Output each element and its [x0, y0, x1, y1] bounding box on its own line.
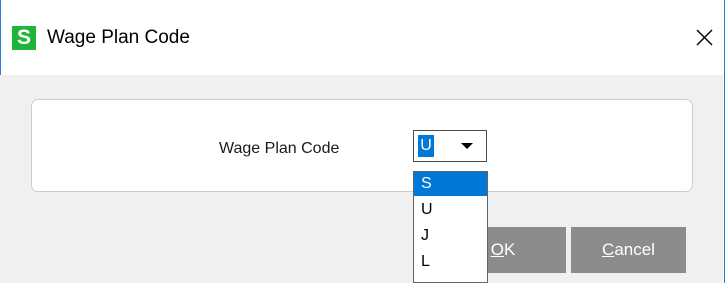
wage-plan-code-label: Wage Plan Code — [219, 140, 340, 157]
dropdown-option-s[interactable]: S — [414, 172, 487, 196]
wage-plan-code-select[interactable]: U — [413, 130, 487, 162]
dropdown-option-u[interactable]: U — [414, 198, 487, 222]
ok-label-rest: K — [503, 240, 516, 259]
ok-accel-char: O — [490, 240, 504, 259]
dropdown-list[interactable]: S U J L — [413, 171, 488, 283]
cancel-label-rest: ancel — [614, 240, 655, 259]
dropdown-option-l[interactable]: L — [414, 250, 487, 274]
cancel-button[interactable]: Cancel — [571, 227, 686, 273]
close-button[interactable] — [684, 17, 724, 57]
window-title: Wage Plan Code — [47, 27, 190, 48]
title-bar[interactable]: S Wage Plan Code — [1, 0, 724, 75]
cancel-accel-char: C — [602, 240, 615, 259]
selected-value: U — [418, 135, 434, 157]
dropdown-option-j[interactable]: J — [414, 224, 487, 248]
dropdown-arrow-icon[interactable] — [461, 143, 473, 149]
close-icon — [696, 29, 713, 46]
form-panel — [31, 99, 693, 192]
app-logo-icon: S — [12, 26, 36, 50]
